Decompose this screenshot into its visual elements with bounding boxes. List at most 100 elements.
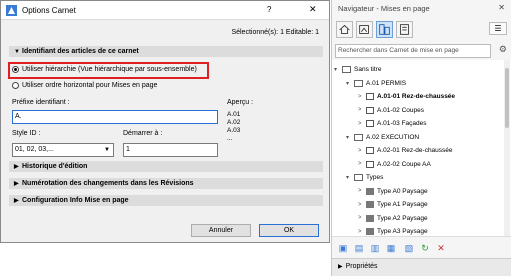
layout-book-button[interactable] xyxy=(376,21,393,38)
style-id-label: Style ID : xyxy=(12,130,41,137)
apercu-line: A.02 xyxy=(227,119,241,126)
tree-item-label: Type A2 Paysage xyxy=(377,214,428,222)
search-input[interactable]: Rechercher dans Carnet de mise en page xyxy=(335,44,491,58)
tree-item-label: Type A0 Paysage xyxy=(377,187,428,195)
chevron-right-icon[interactable]: > xyxy=(358,161,366,167)
tree-item[interactable]: > A.01-01 Rez-de-chaussée xyxy=(358,91,455,102)
tree-item-label: A.02-02 Coupe AA xyxy=(377,160,431,168)
close-button[interactable]: ✕ xyxy=(309,4,317,15)
navigator-bottom-toolbar: ▣ ▤ ▥ ▦ ▧ ↻ ✕ xyxy=(332,236,511,258)
master-layout-icon xyxy=(366,228,374,235)
radio-hierarchy-label: Utiliser hiérarchie (Vue hiérarchique pa… xyxy=(22,66,197,73)
book-settings-icon[interactable]: ▧ xyxy=(404,243,414,253)
chevron-down-icon[interactable]: ▾ xyxy=(346,134,354,141)
tree-scrollbar[interactable] xyxy=(504,60,510,236)
tree-item[interactable]: > Type A2 Paysage xyxy=(358,213,428,224)
project-map-button[interactable] xyxy=(336,21,353,38)
scrollbar-thumb[interactable] xyxy=(505,68,509,128)
folder-icon xyxy=(342,66,351,73)
section-config-label: Configuration Info Mise en page xyxy=(22,197,129,204)
view-map-button[interactable] xyxy=(356,21,373,38)
tree-item[interactable]: > A.02-02 Coupe AA xyxy=(358,159,431,170)
tree-item[interactable]: ▾ A.02 EXECUTION xyxy=(346,132,419,143)
tree-item[interactable]: > Type A1 Paysage xyxy=(358,199,428,210)
tree-item[interactable]: ▾ A.01 PERMIS xyxy=(346,78,406,89)
chevron-right-icon[interactable]: > xyxy=(358,229,366,235)
folder-icon xyxy=(354,79,363,87)
apercu-list: A.01 A.02 A.03 ... xyxy=(227,111,240,143)
dialog-title: Options Carnet xyxy=(22,6,76,15)
prefix-input[interactable]: A. xyxy=(12,110,218,124)
section-numbering-header[interactable]: ▶ Numérotation des changements dans les R… xyxy=(9,178,323,189)
tree-item-label: A.01 PERMIS xyxy=(366,79,407,87)
help-button[interactable]: ? xyxy=(267,5,271,14)
layout-icon xyxy=(366,120,374,127)
chevron-right-icon[interactable]: > xyxy=(358,94,366,100)
layout-icon xyxy=(366,147,374,154)
radio-selected-icon xyxy=(12,66,19,73)
delete-icon[interactable]: ✕ xyxy=(436,243,446,253)
chevron-right-icon[interactable]: > xyxy=(358,148,366,154)
house-icon xyxy=(339,24,350,34)
layout-icon xyxy=(366,106,374,114)
radio-hierarchy[interactable]: Utiliser hiérarchie (Vue hiérarchique pa… xyxy=(12,66,197,73)
chevron-down-icon: ▼ xyxy=(14,49,20,55)
radio-horizontal[interactable]: Utiliser ordre horizontal pour Mises en … xyxy=(12,82,157,89)
new-folder-icon[interactable]: ▦ xyxy=(386,243,396,253)
chevron-right-icon: ▶ xyxy=(14,181,19,187)
ok-button[interactable]: OK xyxy=(259,224,319,237)
dialog-titlebar: Options Carnet ? ✕ xyxy=(1,1,329,20)
options-carnet-dialog: Options Carnet ? ✕ Sélectionné(s): 1 Edi… xyxy=(0,0,330,243)
archicad-app-icon xyxy=(6,5,17,16)
tree-item[interactable]: ▾ Sans titre xyxy=(334,64,381,75)
panel-menu-button[interactable]: ☰ xyxy=(489,22,507,35)
section-numbering-label: Numérotation des changements dans les Ré… xyxy=(22,180,194,187)
layout-icon xyxy=(366,93,374,100)
chevron-down-icon[interactable]: ▾ xyxy=(346,80,354,87)
new-layout-icon[interactable]: ▣ xyxy=(338,243,348,253)
apercu-line: A.01 xyxy=(227,111,241,118)
section-history-header[interactable]: ▶ Historique d'édition xyxy=(9,161,323,172)
new-subset-icon[interactable]: ▥ xyxy=(370,243,380,253)
refresh-icon[interactable]: ↻ xyxy=(420,243,430,253)
chevron-right-icon: ▶ xyxy=(14,164,19,170)
chevron-right-icon[interactable]: > xyxy=(358,202,366,208)
gear-icon[interactable]: ⚙ xyxy=(499,44,507,55)
tree-item[interactable]: > Type A0 Paysage xyxy=(358,186,428,197)
start-input[interactable]: 1 xyxy=(123,143,218,157)
folder-icon xyxy=(354,133,363,141)
chevron-right-icon[interactable]: > xyxy=(358,107,366,113)
style-id-select[interactable]: 01, 02, 03,... ▼ xyxy=(12,143,114,157)
tree-item[interactable]: > A.02-01 Rez-de-chaussée xyxy=(358,145,453,156)
navigator-title: Navigateur - Mises en page xyxy=(338,4,430,13)
properties-bar[interactable]: ▶ Propriétés xyxy=(332,258,511,276)
section-config-header[interactable]: ▶ Configuration Info Mise en page xyxy=(9,195,323,206)
layout-book-tree: ▾ Sans titre ▾ A.01 PERMIS > A.01-01 Rez-de-c… xyxy=(332,60,511,236)
properties-label: Propriétés xyxy=(345,263,378,270)
master-layout-icon xyxy=(366,187,374,195)
tree-item-label: A.01-02 Coupes xyxy=(377,106,424,114)
layout-book-icon xyxy=(379,24,390,35)
chevron-down-icon[interactable]: ▾ xyxy=(346,174,354,181)
chevron-right-icon[interactable]: > xyxy=(358,215,366,221)
tree-item[interactable]: > A.01-02 Coupes xyxy=(358,105,424,116)
tree-item-label: Sans titre xyxy=(354,66,382,73)
tree-item[interactable]: > A.01-03 Façades xyxy=(358,118,427,129)
apercu-label: Aperçu : xyxy=(227,99,254,106)
cancel-button[interactable]: Annuler xyxy=(191,224,251,237)
tree-item[interactable]: ▾ Types xyxy=(346,172,383,183)
navigator-panel: Navigateur - Mises en page ✕ ☰ Recherche… xyxy=(331,0,511,276)
view-map-icon xyxy=(359,25,369,34)
folder-icon xyxy=(354,174,363,181)
section-identifiant-header[interactable]: ▼ Identifiant des articles de ce carnet xyxy=(9,46,323,57)
close-icon[interactable]: ✕ xyxy=(498,3,505,12)
new-master-icon[interactable]: ▤ xyxy=(354,243,364,253)
radio-unselected-icon xyxy=(12,82,19,89)
radio-horizontal-label: Utiliser ordre horizontal pour Mises en … xyxy=(22,82,158,89)
section-history-label: Historique d'édition xyxy=(22,163,88,170)
prefix-label: Préfixe identifiant : xyxy=(12,99,70,106)
chevron-down-icon[interactable]: ▾ xyxy=(334,66,342,73)
chevron-right-icon[interactable]: > xyxy=(358,188,366,194)
publisher-sets-button[interactable] xyxy=(396,21,413,38)
chevron-right-icon[interactable]: > xyxy=(358,121,366,127)
